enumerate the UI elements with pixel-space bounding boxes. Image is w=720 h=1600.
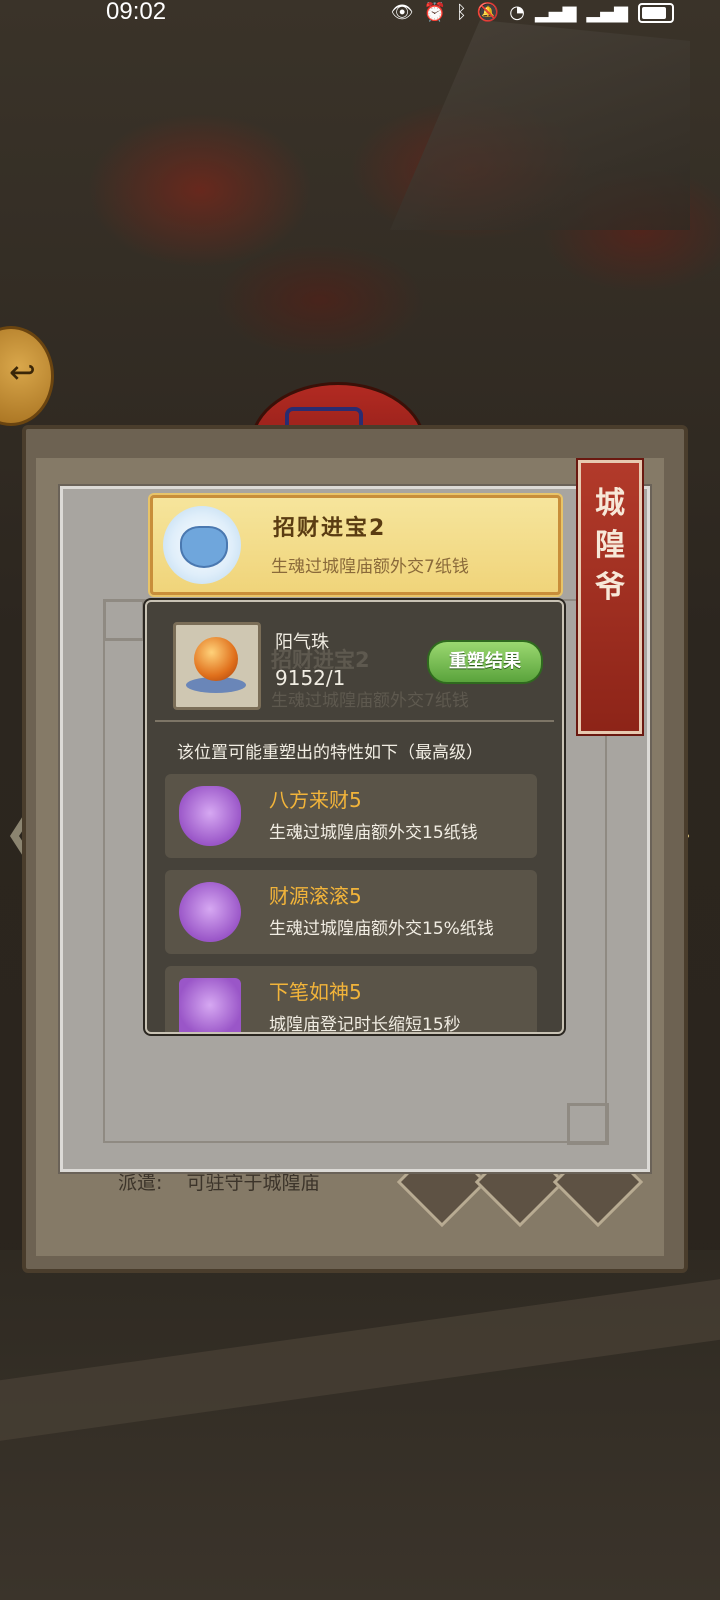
mute-icon: 🔕 — [476, 2, 500, 23]
status-time: 09:02 — [106, 0, 167, 25]
dispatch-row: 派遣: 可驻守于城隍庙 — [118, 1168, 337, 1195]
battery-icon — [638, 2, 674, 23]
current-trait-description: 生魂过城隍庙额外交7纸钱 — [271, 557, 469, 577]
possible-traits-hint: 该位置可能重塑出的特性如下（最高级） — [177, 743, 483, 763]
bluetooth-icon: ᛒ — [455, 2, 467, 23]
status-icons: 👁 ⏰ ᛒ 🔕 ◔ ▂▄▆ ▂▄▆ — [391, 2, 674, 23]
brush-icon — [179, 978, 241, 1032]
current-trait-card: 招财进宝2 生魂过城隍庙额外交7纸钱 — [150, 495, 561, 595]
item-slot — [173, 622, 261, 710]
trait-name: 下笔如神5 — [269, 980, 362, 1004]
trait-description: 城隍庙登记时长缩短15秒 — [269, 1015, 461, 1034]
trait-item: 下笔如神5 城隍庙登记时长缩短15秒 — [165, 966, 537, 1034]
signal-5g-icon: ▂▄▆ — [534, 2, 577, 23]
reshape-result-button[interactable]: 重塑结果 — [427, 640, 543, 684]
trait-item: 八方来财5 生魂过城隍庙额外交15纸钱 — [165, 774, 537, 858]
wifi-icon: ◔ — [509, 2, 525, 23]
corner-fret-icon — [103, 599, 145, 641]
eye-icon: 👁 — [390, 2, 414, 23]
corner-fret-icon — [567, 1103, 609, 1145]
trait-item: 财源滚滚5 生魂过城隍庙额外交15%纸钱 — [165, 870, 537, 954]
status-bar: 09:02 👁 ⏰ ᛒ 🔕 ◔ ▂▄▆ ▂▄▆ — [0, 0, 720, 28]
trait-name: 八方来财5 — [269, 788, 362, 812]
item-count: 9152/1 — [275, 666, 346, 690]
mountain-illustration — [390, 20, 690, 230]
current-trait-title: 招财进宝2 — [273, 516, 387, 541]
dispatch-value: 可驻守于城隍庙 — [186, 1172, 320, 1194]
side-banner: 城隍爷 — [578, 460, 642, 734]
item-name: 阳气珠 — [275, 632, 329, 653]
trait-name: 财源滚滚5 — [269, 884, 362, 908]
reshape-popup: 招财进宝2 生魂过城隍庙额外交7纸钱 阳气珠 9152/1 重塑结果 该位置可能… — [145, 600, 564, 1034]
signal-4g-icon: ▂▄▆ — [586, 2, 628, 23]
dispatch-label: 派遣: — [118, 1172, 163, 1194]
alarm-icon: ⏰ — [423, 2, 446, 23]
money-pot-icon — [179, 786, 241, 846]
trait-description: 生魂过城隍庙额外交15纸钱 — [269, 823, 478, 843]
treasure-pot-icon — [163, 506, 241, 584]
divider — [155, 720, 554, 722]
gold-ingot-icon — [179, 882, 241, 942]
side-banner-text: 城隍爷 — [595, 486, 625, 605]
yang-orb-icon — [194, 637, 238, 681]
trait-description: 生魂过城隍庙额外交15%纸钱 — [269, 919, 494, 939]
